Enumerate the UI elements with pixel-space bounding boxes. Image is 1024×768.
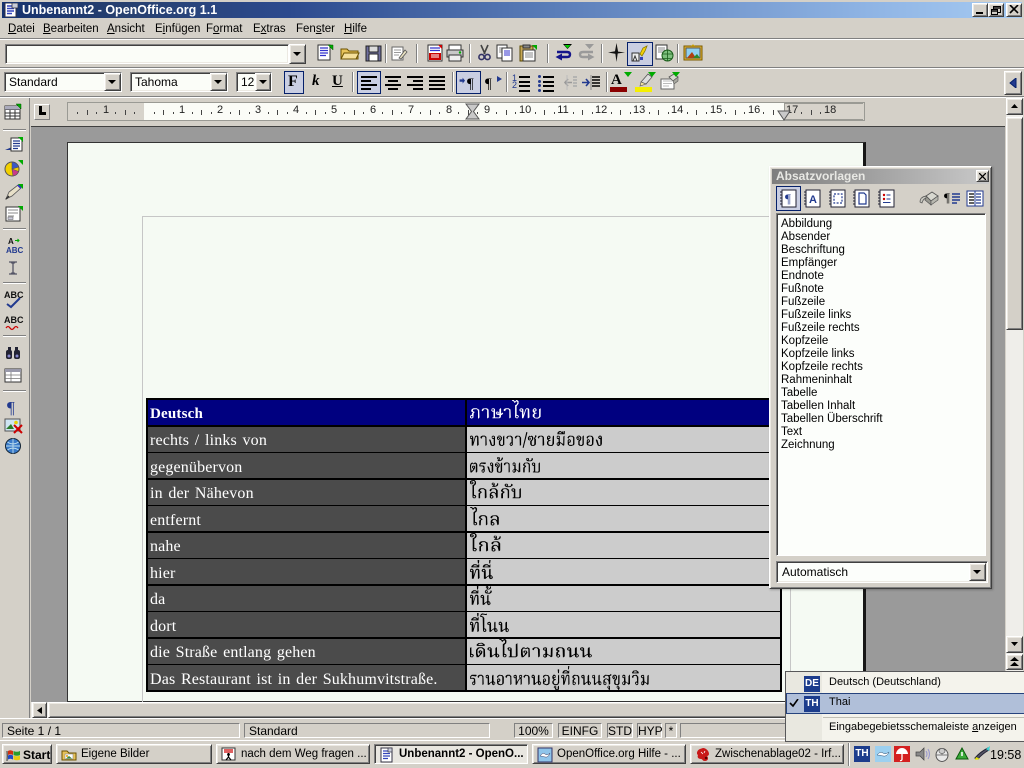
svg-text:A: A [809, 194, 817, 206]
svg-text:A: A [8, 237, 14, 246]
svg-text:ABC: ABC [4, 315, 24, 325]
svg-text:¶: ¶ [944, 190, 950, 205]
svg-text:¶: ¶ [7, 398, 15, 417]
svg-text:¶: ¶ [485, 76, 492, 91]
svg-text:ABC: ABC [4, 290, 24, 300]
svg-text:¶: ¶ [785, 191, 791, 206]
svg-text:¶: ¶ [467, 76, 474, 91]
svg-text:ABC: ABC [6, 246, 24, 255]
